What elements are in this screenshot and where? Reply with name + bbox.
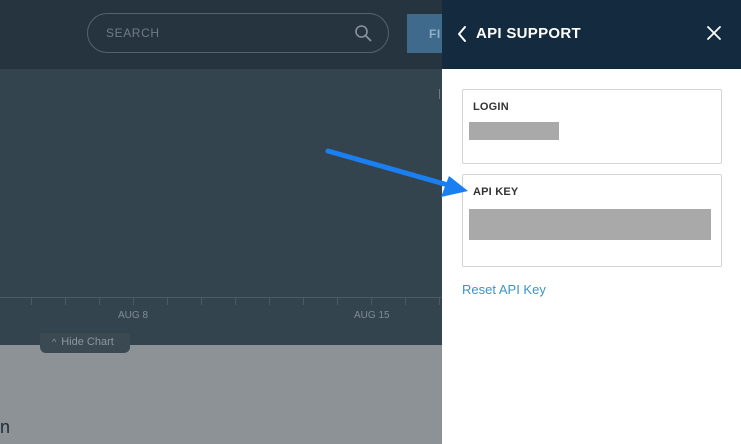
chevron-up-icon: ^	[52, 337, 57, 347]
axis-tick	[337, 297, 338, 305]
login-field: LOGIN	[462, 89, 722, 164]
axis-tick	[167, 297, 168, 305]
axis-tick	[31, 297, 32, 305]
axis-tick	[65, 297, 66, 305]
axis-tick	[405, 297, 406, 305]
api-key-label: API KEY	[473, 186, 519, 198]
chart-axis	[0, 297, 460, 298]
axis-tick	[133, 297, 134, 305]
axis-tick	[235, 297, 236, 305]
panel-title: API SUPPORT	[476, 25, 581, 42]
axis-tick-label: AUG 15	[354, 310, 390, 321]
chevron-left-icon[interactable]	[456, 25, 468, 43]
api-key-value-redacted[interactable]	[469, 209, 711, 240]
panel-header: API SUPPORT	[442, 0, 741, 69]
search-icon[interactable]	[354, 24, 372, 42]
api-support-panel: API SUPPORT LOGIN API KEY Reset API Key	[442, 0, 741, 444]
partial-text: n	[0, 417, 11, 437]
search-input[interactable]: SEARCH	[106, 26, 160, 40]
axis-tick-label: AUG 8	[118, 310, 149, 321]
axis-tick	[371, 297, 372, 305]
reset-api-key-link[interactable]: Reset API Key	[462, 282, 546, 297]
close-icon[interactable]	[706, 25, 722, 41]
axis-tick	[99, 297, 100, 305]
hide-chart-label: Hide Chart	[61, 336, 114, 348]
axis-tick	[269, 297, 270, 305]
axis-tick	[303, 297, 304, 305]
login-label: LOGIN	[473, 101, 509, 113]
hide-chart-button[interactable]: ^ Hide Chart	[40, 333, 130, 353]
search-box[interactable]: SEARCH	[87, 13, 389, 53]
login-value-redacted[interactable]	[469, 122, 559, 140]
api-key-field: API KEY	[462, 174, 722, 267]
axis-tick	[201, 297, 202, 305]
axis-tick	[439, 297, 440, 305]
